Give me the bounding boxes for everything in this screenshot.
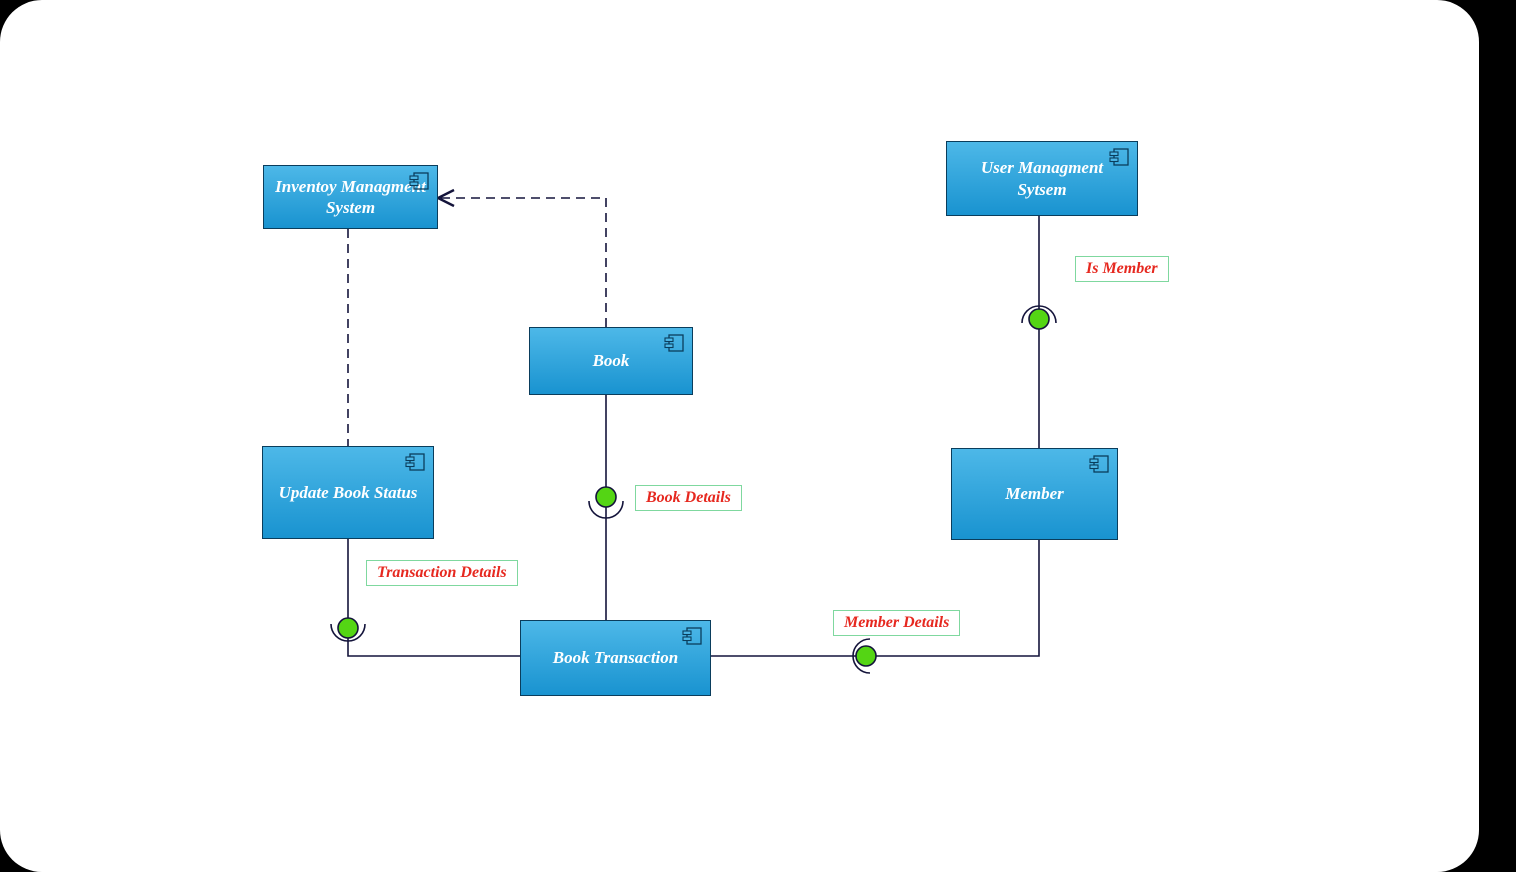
diagram-canvas: Inventoy Managment System Book Update Bo… <box>0 0 1479 872</box>
component-label: Book <box>593 350 630 371</box>
ball-book-details <box>596 487 616 507</box>
component-icon <box>405 453 425 471</box>
component-book[interactable]: Book <box>529 327 693 395</box>
component-book-transaction[interactable]: Book Transaction <box>520 620 711 696</box>
connector-layer <box>0 0 1479 872</box>
socket-book-details <box>589 501 623 518</box>
component-label: Inventoy Managment System <box>274 176 427 219</box>
component-user-management-system[interactable]: User Managment Sytsem <box>946 141 1138 216</box>
ball-is-member <box>1029 309 1049 329</box>
connector-updatebook-booktransaction <box>348 539 520 656</box>
component-icon <box>664 334 684 352</box>
socket-is-member <box>1022 306 1056 323</box>
interface-label-member-details: Member Details <box>833 610 960 636</box>
dependency-book-inventory <box>438 198 606 327</box>
interface-label-book-details: Book Details <box>635 485 742 511</box>
interface-label-is-member: Is Member <box>1075 256 1169 282</box>
component-icon <box>409 172 429 190</box>
component-label: Book Transaction <box>553 647 678 668</box>
component-member[interactable]: Member <box>951 448 1118 540</box>
interface-label-transaction-details: Transaction Details <box>366 560 518 586</box>
component-update-book-status[interactable]: Update Book Status <box>262 446 434 539</box>
component-icon <box>1109 148 1129 166</box>
ball-member-details <box>856 646 876 666</box>
socket-transaction-details <box>331 624 365 641</box>
connector-booktransaction-member <box>711 540 1039 656</box>
ball-transaction-details <box>338 618 358 638</box>
component-label: User Managment Sytsem <box>957 157 1127 200</box>
component-icon <box>682 627 702 645</box>
socket-member-details <box>853 639 870 673</box>
component-inventory-management-system[interactable]: Inventoy Managment System <box>263 165 438 229</box>
component-label: Member <box>1005 483 1064 504</box>
component-label: Update Book Status <box>279 482 418 503</box>
component-icon <box>1089 455 1109 473</box>
